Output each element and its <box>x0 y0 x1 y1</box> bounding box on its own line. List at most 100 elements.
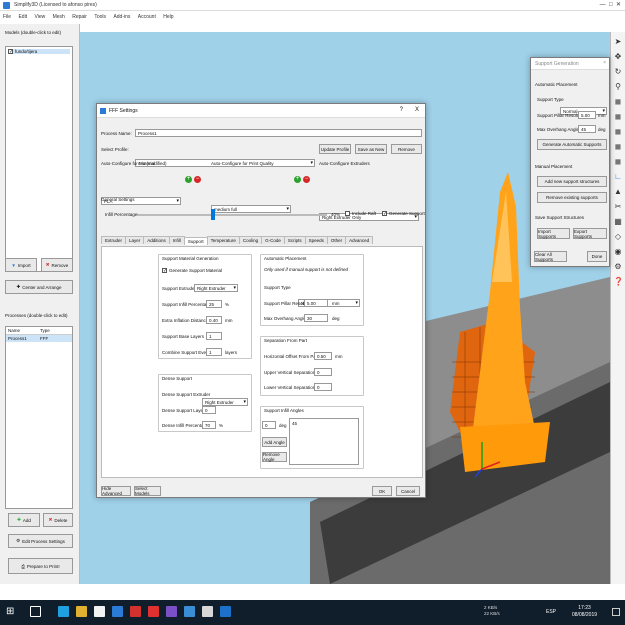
tab-cooling[interactable]: Cooling <box>238 236 263 244</box>
search-icon[interactable] <box>30 606 41 617</box>
wireframe-icon[interactable]: ◇ <box>614 232 623 241</box>
dense-infill-input[interactable]: 70 <box>202 421 216 429</box>
model-checkbox[interactable]: ✓ <box>8 49 13 55</box>
tab-extruder[interactable]: Extruder <box>101 236 127 244</box>
save-as-new-button[interactable]: Save as New <box>355 144 387 154</box>
language-indicator[interactable]: ESP <box>546 609 556 615</box>
zoom-tool-icon[interactable]: ⚲ <box>614 82 623 91</box>
support-infill-input[interactable]: 25 <box>206 300 222 308</box>
dense-extruder-select[interactable]: Right Extruder <box>202 398 248 406</box>
tab-support[interactable]: Support <box>183 237 208 245</box>
close-icon[interactable]: × <box>603 60 606 66</box>
top-view-icon[interactable]: ◼ <box>614 112 623 121</box>
quality-select[interactable]: medium full <box>211 205 291 213</box>
menu-tools[interactable]: Tools <box>94 14 106 20</box>
cut-tool-icon[interactable]: ✂ <box>614 202 623 211</box>
add-support-button[interactable]: Add new support structures <box>537 176 607 187</box>
edit-process-settings-button[interactable]: ⚙ Edit Process Settings <box>8 534 73 548</box>
horizontal-offset-input[interactable]: 0.50 <box>314 352 332 360</box>
remove-angle-button[interactable]: Remove Angle <box>262 452 287 462</box>
table-row[interactable]: Process1 FFF <box>6 335 72 342</box>
chrome-icon[interactable] <box>94 606 105 617</box>
select-tool-icon[interactable]: ➤ <box>614 37 623 46</box>
app-icon-blue[interactable] <box>184 606 195 617</box>
simplify3d-taskbar-icon[interactable] <box>220 606 231 617</box>
add-angle-button[interactable]: Add Angle <box>262 437 287 447</box>
start-icon[interactable]: ⊞ <box>6 606 17 617</box>
menu-file[interactable]: File <box>3 14 11 20</box>
generate-support-checkbox[interactable]: ✓ Generate Support <box>382 211 425 217</box>
app-icon-red[interactable] <box>148 606 159 617</box>
menu-help[interactable]: Help <box>163 14 173 20</box>
measure-tool-icon[interactable]: ∟ <box>614 172 623 181</box>
window-controls[interactable]: — □ ✕ <box>600 1 621 8</box>
right-view-icon[interactable]: ◼ <box>614 142 623 151</box>
remove-supports-button[interactable]: Remove existing supports <box>537 192 607 203</box>
add-material-icon[interactable]: + <box>185 176 192 183</box>
lower-separation-input[interactable]: 0 <box>314 383 332 391</box>
powerpoint-icon[interactable] <box>130 606 141 617</box>
front-view-icon[interactable]: ◼ <box>614 97 623 106</box>
process-name-input[interactable]: Process1 <box>135 129 422 137</box>
include-raft-checkbox[interactable]: Include Raft <box>345 211 376 217</box>
max-overhang-input[interactable]: 45 <box>578 125 596 133</box>
menu-view[interactable]: View <box>34 14 45 20</box>
add-process-button[interactable]: ✚ Add <box>8 513 40 527</box>
grid-tool-icon[interactable]: ▦ <box>614 217 623 226</box>
combine-every-input[interactable]: 1 <box>206 348 222 356</box>
export-supports-button[interactable]: Export Supports <box>573 228 607 239</box>
tab-additions[interactable]: Additions <box>143 236 170 244</box>
import-button[interactable]: ▼ Import <box>5 258 37 272</box>
tab-infill[interactable]: Infill <box>168 236 185 244</box>
done-button[interactable]: Done <box>587 251 607 262</box>
gear-icon[interactable]: ⚙ <box>614 262 623 271</box>
remove-button[interactable]: ✖ Remove <box>41 258 73 272</box>
generate-automatic-supports-button[interactable]: Generate Automatic Supports <box>537 139 607 150</box>
pillar-resolution-input[interactable]: 5.00 <box>578 111 596 119</box>
list-item[interactable]: 45 <box>292 421 297 426</box>
clock[interactable]: 17:23 08/08/2019 <box>572 605 597 619</box>
explorer-icon[interactable] <box>76 606 87 617</box>
angles-list[interactable]: 45 <box>289 418 359 465</box>
tab-advanced[interactable]: Advanced <box>345 236 374 244</box>
tab-gcode[interactable]: G-Code <box>261 236 285 244</box>
tab-speeds[interactable]: Speeds <box>304 236 328 244</box>
menu-addins[interactable]: Add-ins <box>113 14 130 20</box>
center-arrange-button[interactable]: ✚ Center and Arrange <box>5 280 73 294</box>
support-extruder-select[interactable]: Right Extruder <box>194 284 238 292</box>
move-tool-icon[interactable]: ✥ <box>614 52 623 61</box>
help-button[interactable]: ? <box>400 107 403 113</box>
update-profile-button[interactable]: Update Profile <box>319 144 351 154</box>
menu-edit[interactable]: Edit <box>18 14 27 20</box>
hide-advanced-button[interactable]: Hide Advanced <box>101 486 131 496</box>
left-view-icon[interactable]: ◼ <box>614 127 623 136</box>
processes-table[interactable]: Name Type Process1 FFF <box>5 326 73 509</box>
infill-slider-thumb[interactable] <box>211 209 215 220</box>
edge-icon[interactable] <box>58 606 69 617</box>
tab-layer[interactable]: Layer <box>125 236 145 244</box>
inflation-input[interactable]: 0.40 <box>206 316 222 324</box>
base-layers-input[interactable]: 1 <box>206 332 222 340</box>
tab-scripts[interactable]: Scripts <box>283 236 306 244</box>
app-icon-gray[interactable] <box>202 606 213 617</box>
rotate-tool-icon[interactable]: ↻ <box>614 67 623 76</box>
tab-temperature[interactable]: Temperature <box>206 236 240 244</box>
select-models-button[interactable]: Select Models <box>134 486 161 496</box>
clear-all-supports-button[interactable]: Clear All Supports <box>534 251 567 262</box>
support-tool-icon[interactable]: ▲ <box>614 187 623 196</box>
menu-mesh[interactable]: Mesh <box>53 14 65 20</box>
iso-view-icon[interactable]: ◼ <box>614 157 623 166</box>
delete-process-button[interactable]: ✖ Delete <box>43 513 73 527</box>
remove-quality-icon[interactable]: − <box>303 176 310 183</box>
remove-material-icon[interactable]: − <box>194 176 201 183</box>
upper-separation-input[interactable]: 0 <box>314 368 332 376</box>
menu-account[interactable]: Account <box>138 14 156 20</box>
word-icon[interactable] <box>112 606 123 617</box>
import-supports-button[interactable]: Import Supports <box>537 228 570 239</box>
menu-repair[interactable]: Repair <box>72 14 87 20</box>
remove-profile-button[interactable]: Remove <box>391 144 422 154</box>
angle-input[interactable]: 0 <box>262 421 276 429</box>
preview-icon[interactable]: ◉ <box>614 247 623 256</box>
ok-button[interactable]: OK <box>372 486 392 496</box>
add-quality-icon[interactable]: + <box>294 176 301 183</box>
